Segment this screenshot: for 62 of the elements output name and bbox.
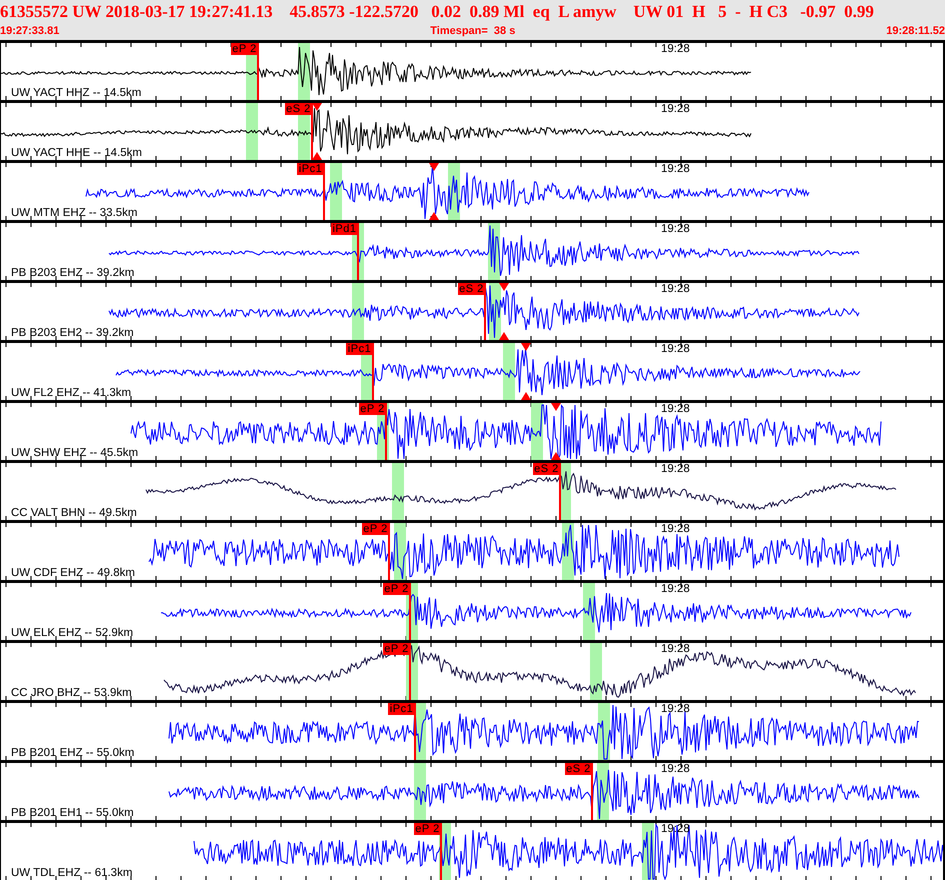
end-time: 19:28:11.52 — [886, 25, 945, 37]
time-window — [392, 463, 404, 520]
pick-label: iPc1 — [346, 343, 373, 355]
pick-label: eP 2 — [359, 403, 386, 415]
station-label: PB B201 EHZ -- 55.0km — [11, 747, 134, 760]
time-window — [246, 103, 258, 160]
start-time: 19:27:33.81 — [0, 25, 60, 37]
triangle-marker-icon — [521, 392, 531, 400]
time-label: 19:28 — [661, 283, 690, 296]
triangle-marker-icon — [521, 343, 531, 351]
time-window — [352, 283, 364, 340]
pick-label: eP 2 — [383, 643, 410, 655]
time-label: 19:28 — [661, 583, 690, 596]
time-label: 19:28 — [661, 103, 690, 116]
time-window — [503, 343, 515, 400]
time-window — [414, 763, 426, 820]
station-label: UW MTM EHZ -- 33.5km — [11, 207, 138, 220]
time-label: 19:28 — [661, 343, 690, 356]
triangle-marker-icon — [312, 103, 322, 111]
triangle-marker-icon — [429, 163, 439, 171]
station-label: UW YACT HHE -- 14.5km — [11, 147, 142, 160]
time-window — [330, 163, 342, 220]
pick-label: eP 2 — [362, 523, 389, 535]
station-label: PB B203 EHZ -- 39.2km — [11, 267, 134, 280]
pick-label: eS 2 — [458, 283, 485, 295]
station-label: PB B203 EH2 -- 39.2km — [11, 327, 134, 340]
pick-label: iPc1 — [388, 703, 415, 715]
time-label: 19:28 — [661, 703, 690, 716]
station-label: UW ELK EHZ -- 52.9km — [11, 627, 134, 640]
time-label: 19:28 — [661, 403, 690, 416]
event-summary: 61355572 UW 2018-03-17 19:27:41.13 45.8573 -122.5720 0.02 0.89 Ml eq L amyw UW 01 H 5 - H C3 -0.97 0.99 — [0, 1, 875, 23]
time-label: 19:28 — [661, 523, 690, 536]
triangle-marker-icon — [551, 403, 561, 411]
station-label: UW FL2 EHZ -- 41.3km — [11, 387, 132, 400]
pick-label: eS 2 — [533, 463, 560, 475]
time-label: 19:28 — [661, 223, 690, 236]
pick-label: eP 2 — [231, 43, 258, 55]
station-label: CC JRO BHZ -- 53.9km — [11, 687, 132, 700]
pick-label: iPd1 — [331, 223, 358, 235]
triangle-marker-icon — [499, 283, 509, 291]
pick-label: eP 2 — [414, 823, 441, 835]
time-window — [531, 403, 543, 460]
triangle-marker-icon — [312, 152, 322, 160]
time-label: 19:28 — [661, 763, 690, 776]
triangle-marker-icon — [429, 212, 439, 220]
station-label: UW CDF EHZ -- 49.8km — [11, 567, 135, 580]
timespan-label: Timespan= 38 s — [430, 25, 516, 37]
station-label: UW SHW EHZ -- 45.5km — [11, 447, 138, 460]
time-label: 19:28 — [661, 463, 690, 476]
triangle-marker-icon — [499, 332, 509, 340]
pick-label: iPc1 — [297, 163, 324, 175]
time-label: 19:28 — [661, 163, 690, 176]
time-label: 19:28 — [661, 643, 690, 656]
triangle-marker-icon — [551, 452, 561, 460]
time-label: 19:28 — [661, 43, 690, 56]
time-window — [590, 643, 602, 700]
pick-label: eP 2 — [383, 583, 410, 595]
pick-label: eS 2 — [565, 763, 592, 775]
station-label: UW TDL EHZ -- 61.3km — [11, 867, 132, 880]
station-label: PB B201 EH1 -- 55.0km — [11, 807, 134, 820]
station-label: UW YACT HHZ -- 14.5km — [11, 87, 142, 100]
station-label: CC VALT BHN -- 49.5km — [11, 507, 137, 520]
